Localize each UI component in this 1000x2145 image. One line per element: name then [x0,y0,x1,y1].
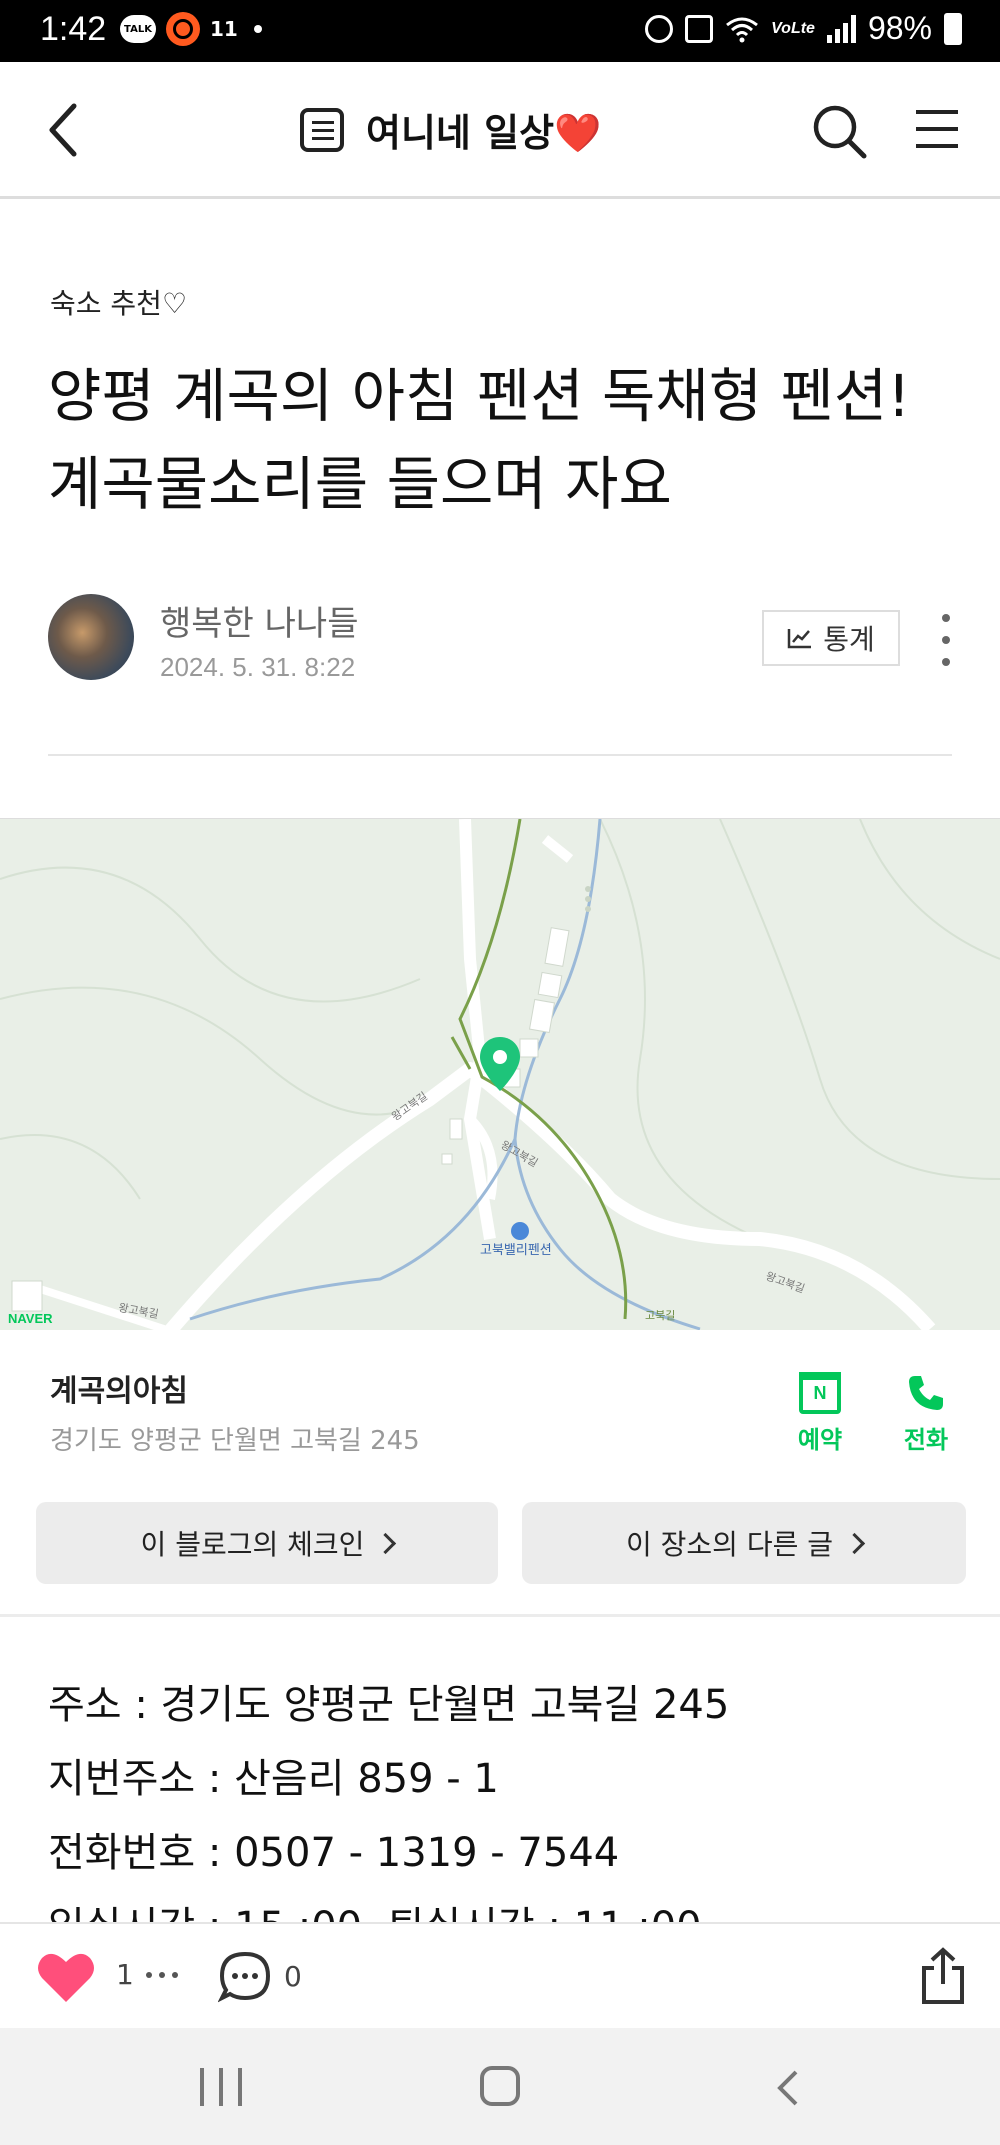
comment-count: 0 [284,1960,302,1993]
back-icon[interactable] [40,100,90,160]
naver-map-logo: NAVER [8,1311,53,1326]
notification-text: 11 [210,17,238,41]
mute-icon [685,14,714,43]
call-label: 전화 [903,1426,949,1454]
status-bar: 1:42 TALK 11 VoLte 98% [0,0,1000,62]
blog-checkin-label: 이 블로그의 체크인 [140,1528,365,1561]
author-name[interactable]: 행복한 나나들 [160,596,359,645]
heart-icon[interactable] [36,1950,96,2004]
notification-icon [166,12,200,46]
svg-text:고북밸리펜션: 고북밸리펜션 [480,1243,552,1258]
like-count: 1 [116,1958,134,1991]
wifi-icon [726,17,759,42]
chevron-right-icon [375,1532,397,1554]
kakaotalk-icon: TALK [120,15,156,43]
lot-address-line: 지번주소 : 산음리 859 - 1 [48,1756,499,1802]
list-icon [300,107,344,152]
svg-text:고북길: 고북길 [645,1309,675,1322]
blog-title-group[interactable]: 여니네 일상❤️ [300,102,601,157]
status-left-icons: TALK 11 [120,12,262,46]
system-nav-bar [0,2028,1000,2145]
chart-icon [787,629,812,649]
recents-icon[interactable] [200,2068,242,2106]
post-category[interactable]: 숙소 추천♡ [50,282,187,322]
post-title: 양평 계곡의 아침 펜션 독채형 펜션! 계곡물소리를 들으며 자요 [48,362,911,518]
post-body: 주소 : 경기도 양평군 단월면 고북길 245 지번주소 : 산음리 859 … [48,1668,729,1964]
blog-title: 여니네 일상❤️ [366,111,602,155]
svg-text:왕고북길: 왕고북길 [764,1270,806,1296]
call-button[interactable]: 전화 [896,1372,956,1455]
home-icon[interactable] [480,2066,520,2106]
place-address: 경기도 양평군 단월면 고북길 245 [50,1426,420,1456]
place-name[interactable]: 계곡의아침 [50,1366,188,1410]
other-posts-label: 이 장소의 다른 글 [625,1528,834,1561]
map-view[interactable]: 고북밸리펜션 왕고북길 왕고북길 왕고북길 왕고북길 고북길 NAVER [0,818,1000,1331]
phone-icon [909,1376,943,1410]
reserve-button[interactable]: N 예약 [790,1372,850,1455]
chevron-right-icon [843,1532,866,1554]
blog-checkin-button[interactable]: 이 블로그의 체크인 [36,1502,498,1584]
battery-icon [944,12,962,45]
avatar[interactable] [48,594,134,680]
other-posts-button[interactable]: 이 장소의 다른 글 [522,1502,966,1584]
alarm-icon [645,14,674,43]
stats-button[interactable]: 통계 [762,610,900,666]
search-icon[interactable] [810,102,870,162]
menu-icon[interactable] [912,104,962,154]
status-right-icons: VoLte 98% [645,10,962,47]
divider [48,754,952,756]
likers-more-icon[interactable] [146,1972,178,1978]
app-header: 여니네 일상❤️ [0,62,1000,199]
pension-poi-icon [511,1222,529,1240]
stats-label: 통계 [823,623,875,656]
signal-icon [826,14,856,43]
share-icon[interactable] [918,1946,968,2006]
comment-icon[interactable] [218,1950,272,2004]
back-nav-icon[interactable] [770,2068,810,2108]
calendar-icon: N [799,1372,841,1414]
phone-line: 전화번호 : 0507 - 1319 - 7544 [48,1830,620,1876]
volte-label: VoLte [771,19,815,37]
address-line: 주소 : 경기도 양평군 단월면 고북길 245 [48,1682,730,1728]
more-notifications-icon [253,25,262,33]
post-date: 2024. 5. 31. 8:22 [160,652,356,682]
bottom-action-bar: 1 0 [0,1922,1000,2030]
place-card: 계곡의아침 경기도 양평군 단월면 고북길 245 N 예약 전화 이 블로그의… [0,1330,1000,1617]
more-options-icon[interactable] [936,614,956,666]
reserve-label: 예약 [797,1426,843,1454]
map-graphic: 고북밸리펜션 왕고북길 왕고북길 왕고북길 왕고북길 고북길 [0,819,1000,1331]
battery-text: 98% [867,10,932,46]
status-time: 1:42 [40,10,107,48]
